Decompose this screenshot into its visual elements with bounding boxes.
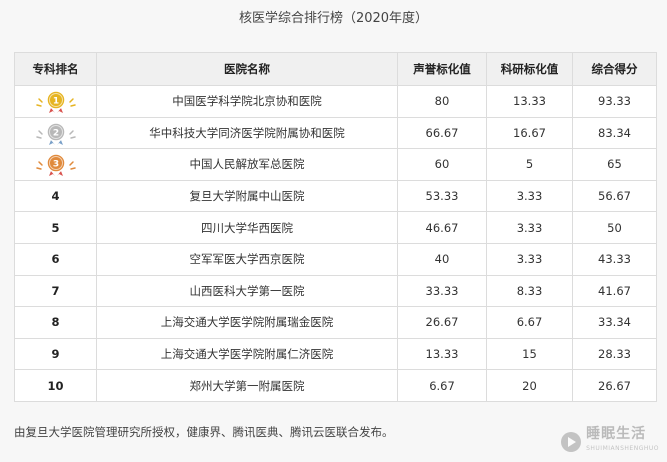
table-row: 9 上海交通大学医学院附属仁济医院 13.33 15 28.33 xyxy=(14,337,657,371)
reputation-cell: 46.67 xyxy=(397,211,487,244)
hospital-name-cell: 四川大学华西医院 xyxy=(96,211,398,244)
reputation-cell: 6.67 xyxy=(397,369,487,402)
reputation-cell: 60 xyxy=(397,148,487,181)
header-row: 专科排名 医院名称 声誉标化值 科研标化值 综合得分 xyxy=(14,52,657,86)
header-hospital: 医院名称 xyxy=(96,52,398,86)
table-row: 2 华中科技大学同济医学院附属协和医院 66.67 16.67 83.34 xyxy=(14,116,657,150)
table-row: 10 郑州大学第一附属医院 6.67 20 26.67 xyxy=(14,369,657,402)
header-reputation: 声誉标化值 xyxy=(397,52,487,86)
silver-medal-icon: 2 xyxy=(35,122,76,145)
header-research: 科研标化值 xyxy=(486,52,573,86)
table-title: 核医学综合排行榜（2020年度） xyxy=(238,11,429,26)
table-row: 7 山西医科大学第一医院 33.33 8.33 41.67 xyxy=(14,274,657,308)
total-score-cell: 43.33 xyxy=(572,242,657,276)
svg-text:1: 1 xyxy=(52,97,58,107)
research-cell: 3.33 xyxy=(486,179,573,213)
research-cell: 13.33 xyxy=(486,85,573,118)
hospital-name-cell: 空军军医大学西京医院 xyxy=(96,242,398,276)
rank-cell: 10 xyxy=(14,369,97,402)
reputation-cell: 40 xyxy=(397,242,487,276)
total-score-cell: 50 xyxy=(572,211,657,244)
reputation-cell: 13.33 xyxy=(397,337,487,371)
total-score-cell: 28.33 xyxy=(572,337,657,371)
svg-text:2: 2 xyxy=(52,128,58,138)
research-cell: 15 xyxy=(486,337,573,371)
research-cell: 8.33 xyxy=(486,274,573,308)
rank-cell: 3 xyxy=(14,148,97,181)
reputation-cell: 80 xyxy=(397,85,487,118)
rank-cell: 1 xyxy=(14,85,97,118)
rank-cell: 4 xyxy=(14,179,97,213)
ranking-table: 专科排名 医院名称 声誉标化值 科研标化值 综合得分 1 中国医学科学院北京协和医… xyxy=(14,52,657,402)
research-cell: 6.67 xyxy=(486,306,573,339)
hospital-name-cell: 上海交通大学医学院附属仁济医院 xyxy=(96,337,398,371)
hospital-name-cell: 中国人民解放军总医院 xyxy=(96,148,398,181)
source-note: 由复旦大学医院管理研究所授权，健康界、腾讯医典、腾讯云医联合发布。 xyxy=(14,425,394,439)
hospital-name-cell: 华中科技大学同济医学院附属协和医院 xyxy=(96,116,398,150)
research-cell: 3.33 xyxy=(486,211,573,244)
table-row: 6 空军军医大学西京医院 40 3.33 43.33 xyxy=(14,242,657,276)
table-row: 4 复旦大学附属中山医院 53.33 3.33 56.67 xyxy=(14,179,657,213)
rank-cell: 5 xyxy=(14,211,97,244)
rank-cell: 9 xyxy=(14,337,97,371)
reputation-cell: 53.33 xyxy=(397,179,487,213)
table-row: 5 四川大学华西医院 46.67 3.33 50 xyxy=(14,211,657,244)
reputation-cell: 33.33 xyxy=(397,274,487,308)
svg-text:3: 3 xyxy=(52,160,58,170)
total-score-cell: 33.34 xyxy=(572,306,657,339)
rank-cell: 8 xyxy=(14,306,97,339)
hospital-name-cell: 中国医学科学院北京协和医院 xyxy=(96,85,398,118)
hospital-name-cell: 上海交通大学医学院附属瑞金医院 xyxy=(96,306,398,339)
total-score-cell: 41.67 xyxy=(572,274,657,308)
research-cell: 5 xyxy=(486,148,573,181)
reputation-cell: 66.67 xyxy=(397,116,487,150)
total-score-cell: 56.67 xyxy=(572,179,657,213)
watermark-text: 睡眠生活 SHUIMIANSHENGHUO xyxy=(586,426,659,452)
rank-cell: 7 xyxy=(14,274,97,308)
hospital-name-cell: 复旦大学附属中山医院 xyxy=(96,179,398,213)
total-score-cell: 26.67 xyxy=(572,369,657,402)
research-cell: 20 xyxy=(486,369,573,402)
gold-medal-icon: 1 xyxy=(35,90,76,114)
table-row: 3 中国人民解放军总医院 60 5 65 xyxy=(14,148,657,181)
table-body: 1 中国医学科学院北京协和医院 80 13.33 93.33 2 华中科技大学同济医学院附属… xyxy=(14,85,657,402)
rank-cell: 2 xyxy=(14,116,97,150)
play-logo-icon xyxy=(561,431,582,452)
total-score-cell: 83.34 xyxy=(572,116,657,150)
reputation-cell: 26.67 xyxy=(397,306,487,339)
total-score-cell: 93.33 xyxy=(572,85,657,118)
header-rank: 专科排名 xyxy=(14,52,97,86)
header-total: 综合得分 xyxy=(572,52,657,86)
total-score-cell: 65 xyxy=(572,148,657,181)
hospital-name-cell: 郑州大学第一附属医院 xyxy=(96,369,398,402)
table-row: 1 中国医学科学院北京协和医院 80 13.33 93.33 xyxy=(14,85,657,118)
research-cell: 3.33 xyxy=(486,242,573,276)
rank-cell: 6 xyxy=(14,242,97,276)
research-cell: 16.67 xyxy=(486,116,573,150)
watermark-logo: 睡眠生活 SHUIMIANSHENGHUO xyxy=(560,427,659,456)
bronze-medal-icon: 3 xyxy=(35,153,76,177)
table-row: 8 上海交通大学医学院附属瑞金医院 26.67 6.67 33.34 xyxy=(14,306,657,339)
hospital-name-cell: 山西医科大学第一医院 xyxy=(96,274,398,308)
